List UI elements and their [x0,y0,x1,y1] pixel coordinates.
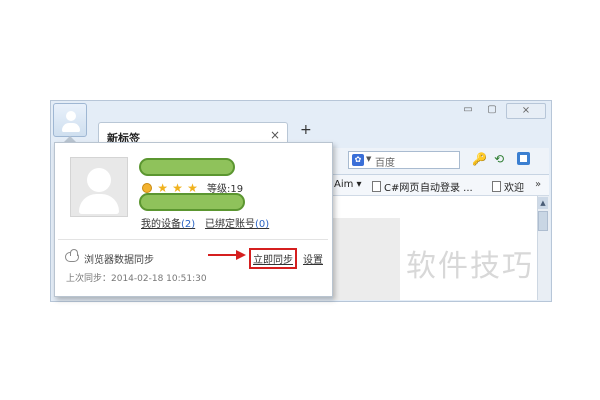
bookmarks-more-button[interactable]: » [535,179,541,190]
sync-now-button[interactable]: 立即同步 [249,248,297,269]
new-tab-button[interactable]: + [300,122,312,138]
bookmark-csharp-page[interactable]: C#网页 [372,179,419,194]
tab-close-icon[interactable]: × [270,128,280,142]
bookmark-label: 欢迎 [504,183,524,194]
close-window-button[interactable]: ⨯ [506,103,546,119]
avatar-body-shape [79,194,119,214]
my-devices-label: 我的设备 [141,219,181,230]
avatar-head-shape [87,168,111,192]
search-placeholder: 百度 [375,158,395,169]
star-icon: ★ [172,180,183,195]
last-sync-time: 上次同步：2014-02-18 10:51:30 [66,274,207,284]
star-icon: ★ [157,180,168,195]
search-input[interactable]: ✿ ▼ 百度 [348,151,460,169]
sync-label: 浏览器数据同步 [84,255,154,266]
page-icon [372,181,381,192]
my-devices-link[interactable]: 我的设备(2) [141,215,195,230]
red-pointer-arrow [208,250,246,260]
app-grid-icon[interactable] [517,152,530,165]
bookmark-label: C#网页 [384,183,420,194]
avatar-head-shape [66,111,76,121]
popup-divider [58,239,328,240]
account-avatar-button[interactable] [53,103,87,137]
account-redacted-bar [139,193,245,211]
star-icon: ★ [187,180,198,195]
refresh-icon[interactable]: ⟲ [494,152,504,166]
page-icon [492,181,501,192]
watermark-text: 软件技巧 [406,249,534,284]
content-placeholder-block [333,218,400,300]
bound-accounts-count: (0) [255,219,270,230]
my-devices-count: (2) [181,219,196,230]
bound-accounts-label: 已绑定账号 [205,219,255,230]
scrollbar-thumb[interactable] [538,211,548,231]
bound-accounts-link[interactable]: 已绑定账号(0) [205,215,269,230]
bookmark-auto-login[interactable]: 自动登录 ... [420,179,473,194]
avatar-body-shape [62,123,80,132]
scroll-up-arrow-icon[interactable]: ▲ [538,197,548,209]
key-icon[interactable]: 🔑 [472,152,487,166]
cloud-sync-icon [65,249,79,262]
level-badge-icon [142,182,152,193]
maximize-button[interactable]: ▢ [484,103,500,117]
chevron-down-icon[interactable]: ▼ [366,155,371,163]
user-level-row: ★ ★ ★ 等级:19 [142,180,243,195]
username-redacted-bar [139,158,235,176]
bookmark-welcome[interactable]: 欢迎 [492,179,524,194]
bookmark-aim[interactable]: Aim ▾ [334,179,362,190]
paw-icon[interactable]: ✿ [352,154,364,166]
sync-settings-link[interactable]: 设置 [303,251,323,266]
profile-avatar[interactable] [70,157,128,217]
minimize-button[interactable]: ▭ [460,103,476,117]
